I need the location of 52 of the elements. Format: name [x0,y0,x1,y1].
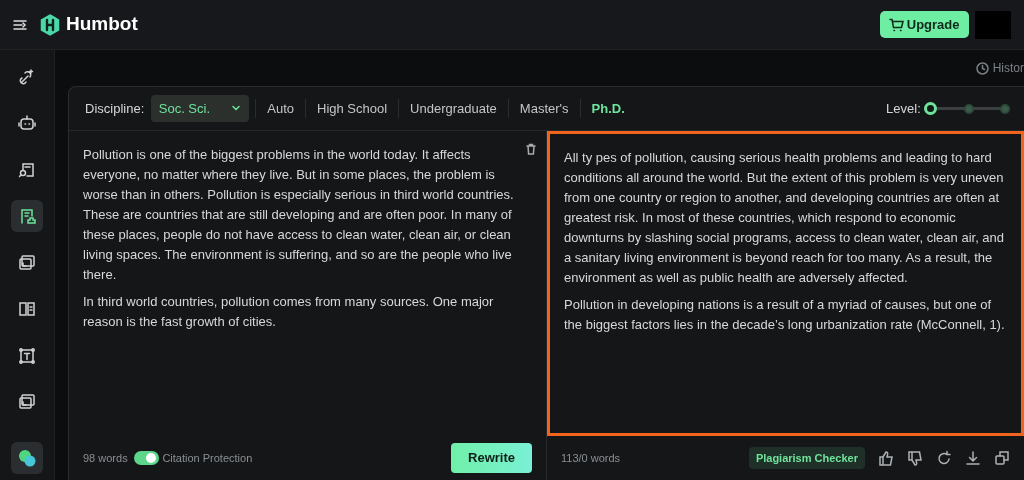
brand-name: Humbot [66,12,138,37]
sidebar-item[interactable] [11,441,43,474]
document-search-icon [18,160,36,179]
download-icon [965,450,981,466]
citation-toggle[interactable] [134,451,160,465]
output-paragraph: Pollution in developing nations is a result of a myriad of causes, but one of the biggest factors lies in the decade’s long urbanization rate (McConnell, 1). [564,296,1006,334]
refresh-icon [936,450,952,466]
level-tab[interactable]: Undergraduate [398,98,508,119]
slider-step[interactable] [1000,103,1010,114]
clock-icon [976,61,990,75]
thumbs-up-button[interactable] [878,450,894,466]
download-button[interactable] [965,450,981,466]
discipline-dropdown[interactable]: Soc. Sci. [150,94,249,123]
copy-icon [994,450,1010,466]
text-frame-icon [18,346,36,365]
cart-icon [888,17,904,32]
thumbs-up-icon [878,450,894,466]
level-tab[interactable]: Auto [255,98,305,119]
word-count: 98 words [83,450,128,466]
document-stamp-icon [18,207,36,225]
copy-button[interactable] [994,450,1010,466]
rewrite-button[interactable]: Rewrite [451,443,532,473]
chat-bubbles-icon [17,447,37,468]
stacked-cards-icon [18,253,36,272]
logo-icon [39,13,60,36]
level-label: Level: [886,99,921,118]
menu-icon [13,18,27,31]
level-tab[interactable]: Ph.D. [579,98,636,119]
word-count: 113/0 words [561,450,621,466]
avatar-placeholder [975,10,1011,39]
discipline-label: Discipline: [85,99,145,118]
magic-link-icon [18,67,36,86]
plagiarism-checker-button[interactable]: Plagiarism Checker [748,446,865,470]
citation-label: Citation Protection [162,450,253,466]
slider-step[interactable] [963,103,974,114]
thumbs-down-icon [907,450,923,466]
menu-button[interactable] [13,18,27,31]
book-icon [18,300,36,318]
input-paragraph: In third world countries, pollution comes from many sources. One major reason is the fast growth of cities. [83,293,495,331]
level-tab[interactable]: High School [305,98,399,119]
refresh-button[interactable] [936,450,952,466]
thumbs-down-button[interactable] [907,450,923,466]
sidebar-item[interactable] [11,200,43,232]
output-paragraph: All ty pes of pollution, causing serious health problems and leading to hard conditions all around the world. But the extent of this problem is very uneven from one country or region to another, and developing countries are often at greatest risk. In most of these countries, which respond to economic downturns by slashing social programs, access to clean water, clean air, and a sanitary living environment is beyond reach for too many. As a result, the environment as well as public health are adversely affected. [564,149,1006,287]
history-link[interactable]: Histor [992,59,1024,77]
chevron-down-icon [230,105,241,112]
upgrade-button[interactable]: Upgrade [879,10,969,39]
input-paragraph: Pollution is one of the biggest problems in the world today. It affects everyone, no matter where they live. But in some places, the problem is worse than in others. Pollution is especially serious in third world countries. These are countries that are still developing and are often poor. In many of these places, people do not have access to clean water, clean air, or clean living spaces. The environment is suffering, and so are the people who live there. [83,146,515,284]
trash-icon [526,143,536,155]
robot-icon [18,114,36,132]
stacked-cards-icon [18,393,36,411]
level-tab[interactable]: Master's [507,98,580,119]
